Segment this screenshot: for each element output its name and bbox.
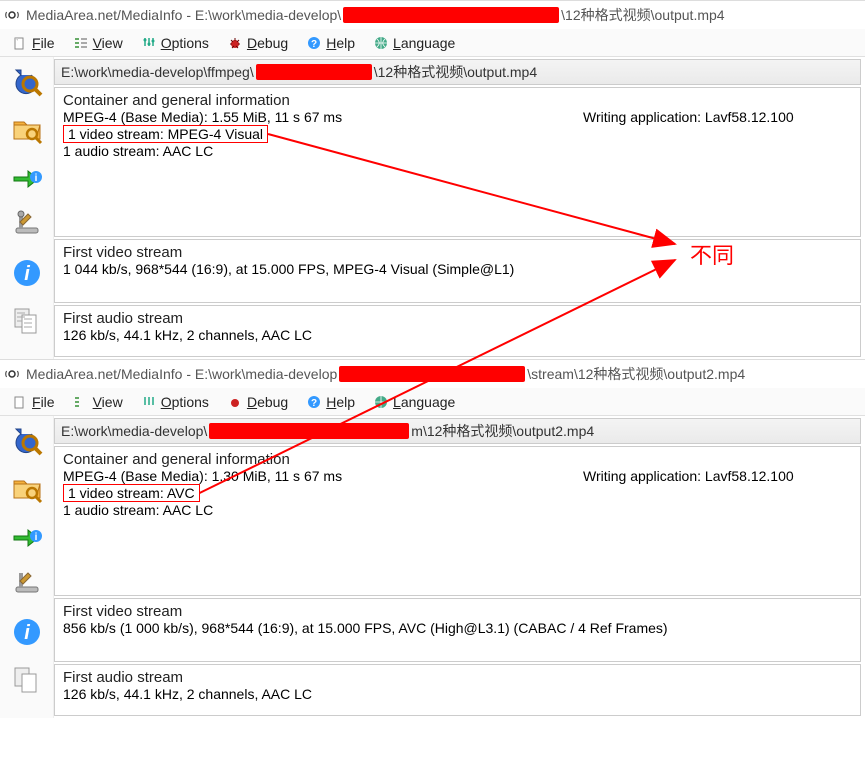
menu-options[interactable]: Options xyxy=(133,33,217,53)
writing-application: Writing application: Lavf58.12.100 xyxy=(583,468,852,484)
menu-language[interactable]: Language xyxy=(365,392,463,412)
section-first-video: First video stream 1 044 kb/s, 968*544 (… xyxy=(54,239,861,303)
app-icon xyxy=(4,366,20,382)
audio-stream-line: 1 audio stream: AAC LC xyxy=(63,502,583,518)
tool-preferences[interactable] xyxy=(5,203,49,247)
container-line: MPEG-4 (Base Media): 1.55 MiB, 11 s 67 m… xyxy=(63,109,583,125)
debug-icon xyxy=(227,394,243,410)
titlebar-text: MediaArea.net/MediaInfo - E:\work\media-… xyxy=(26,364,745,384)
section-first-audio: First audio stream 126 kb/s, 44.1 kHz, 2… xyxy=(54,664,861,716)
menu-language-label: Language xyxy=(393,35,455,51)
menu-options[interactable]: Options xyxy=(133,392,217,412)
svg-text:?: ? xyxy=(311,39,317,50)
content-area: E:\work\media-develop\ffmpeg\ \12种格式视频\o… xyxy=(54,57,865,359)
svg-text:i: i xyxy=(24,263,30,285)
svg-text:?: ? xyxy=(311,398,317,409)
tool-export[interactable]: i xyxy=(5,155,49,199)
window-2: MediaArea.net/MediaInfo - E:\work\media-… xyxy=(0,359,865,718)
audio-stream-line: 1 audio stream: AAC LC xyxy=(63,143,583,159)
video-stream-line: 1 video stream: AVC xyxy=(63,484,200,502)
menu-debug[interactable]: Debug xyxy=(219,33,296,53)
tool-open-file[interactable] xyxy=(5,418,49,462)
annotation-label: 不同 xyxy=(690,238,734,270)
menu-debug-label: Debug xyxy=(247,35,288,51)
first-audio-title: First audio stream xyxy=(63,310,852,327)
menu-help[interactable]: ?Help xyxy=(298,392,363,412)
tool-open-folder[interactable] xyxy=(5,107,49,151)
window-1: MediaArea.net/MediaInfo - E:\work\media-… xyxy=(0,0,865,359)
app-icon xyxy=(4,7,20,23)
debug-icon xyxy=(227,35,243,51)
redacted-segment xyxy=(339,366,525,382)
titlebar[interactable]: MediaArea.net/MediaInfo - E:\work\media-… xyxy=(0,1,865,29)
redacted-segment xyxy=(209,423,409,439)
tool-copy[interactable] xyxy=(5,299,49,343)
section-container: Container and general information MPEG-4… xyxy=(54,87,861,237)
menu-view[interactable]: View xyxy=(65,33,131,53)
view-icon xyxy=(73,394,89,410)
section-first-audio: First audio stream 126 kb/s, 44.1 kHz, 2… xyxy=(54,305,861,357)
redacted-segment xyxy=(256,64,372,80)
options-icon xyxy=(141,35,157,51)
svg-text:i: i xyxy=(34,532,37,543)
menu-file-label: File xyxy=(32,35,55,51)
first-video-body: 856 kb/s (1 000 kb/s), 968*544 (16:9), a… xyxy=(63,620,852,636)
globe-icon xyxy=(373,35,389,51)
tool-preferences[interactable] xyxy=(5,562,49,606)
titlebar[interactable]: MediaArea.net/MediaInfo - E:\work\media-… xyxy=(0,360,865,388)
file-path-bar[interactable]: E:\work\media-develop\ m\12种格式视频\output2… xyxy=(54,418,861,444)
container-title: Container and general information xyxy=(63,92,852,109)
toolbar-vertical: i i xyxy=(0,416,54,718)
file-icon xyxy=(12,35,28,51)
first-audio-body: 126 kb/s, 44.1 kHz, 2 channels, AAC LC xyxy=(63,327,852,343)
menu-help-label: Help xyxy=(326,35,355,51)
menu-view[interactable]: View xyxy=(65,392,131,412)
section-container: Container and general information MPEG-4… xyxy=(54,446,861,596)
options-icon xyxy=(141,394,157,410)
help-icon: ? xyxy=(306,35,322,51)
menu-file[interactable]: File xyxy=(4,392,63,412)
svg-text:i: i xyxy=(24,622,30,644)
menu-language[interactable]: Language xyxy=(365,33,463,53)
redacted-segment xyxy=(343,7,559,23)
menubar: File View Options Debug ? Help Language xyxy=(0,29,865,57)
view-icon xyxy=(73,35,89,51)
file-icon xyxy=(12,394,28,410)
tool-open-folder[interactable] xyxy=(5,466,49,510)
first-audio-body: 126 kb/s, 44.1 kHz, 2 channels, AAC LC xyxy=(63,686,852,702)
tool-about[interactable]: i xyxy=(5,251,49,295)
content-area: E:\work\media-develop\ m\12种格式视频\output2… xyxy=(54,416,865,718)
container-line: MPEG-4 (Base Media): 1.30 MiB, 11 s 67 m… xyxy=(63,468,583,484)
menu-help[interactable]: ? Help xyxy=(298,33,363,53)
menu-options-label: Options xyxy=(161,35,209,51)
first-video-title: First video stream xyxy=(63,603,852,620)
svg-text:i: i xyxy=(34,173,37,184)
video-stream-line: 1 video stream: MPEG-4 Visual xyxy=(63,125,268,143)
menu-view-label: View xyxy=(93,35,123,51)
writing-application: Writing application: Lavf58.12.100 xyxy=(583,109,852,125)
section-first-video: First video stream 856 kb/s (1 000 kb/s)… xyxy=(54,598,861,662)
toolbar-vertical: i i xyxy=(0,57,54,359)
menu-file[interactable]: File xyxy=(4,33,63,53)
globe-icon xyxy=(373,394,389,410)
first-audio-title: First audio stream xyxy=(63,669,852,686)
menu-debug[interactable]: Debug xyxy=(219,392,296,412)
tool-copy[interactable] xyxy=(5,658,49,702)
tool-about[interactable]: i xyxy=(5,610,49,654)
file-path-bar[interactable]: E:\work\media-develop\ffmpeg\ \12种格式视频\o… xyxy=(54,59,861,85)
tool-open-file[interactable] xyxy=(5,59,49,103)
help-icon: ? xyxy=(306,394,322,410)
menubar: File View Options Debug ?Help Language xyxy=(0,388,865,416)
tool-export[interactable]: i xyxy=(5,514,49,558)
container-title: Container and general information xyxy=(63,451,852,468)
titlebar-text: MediaArea.net/MediaInfo - E:\work\media-… xyxy=(26,5,725,25)
